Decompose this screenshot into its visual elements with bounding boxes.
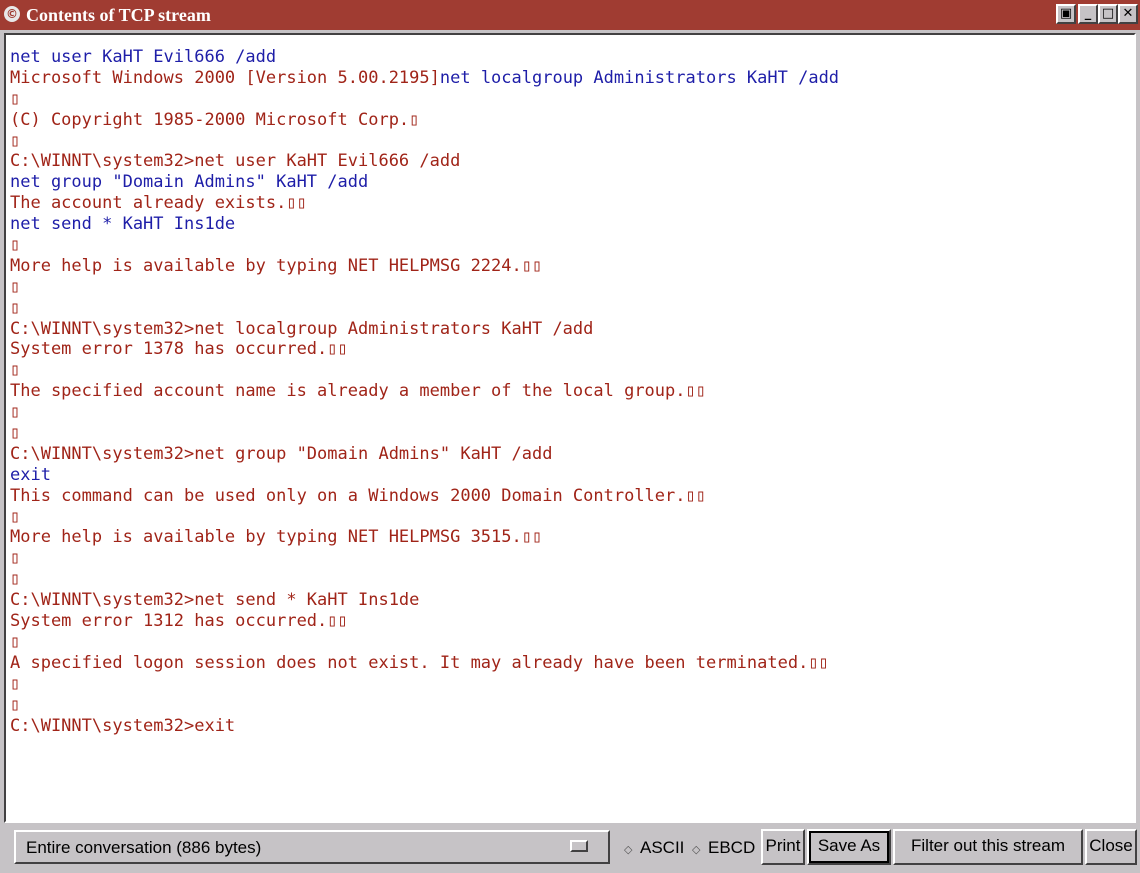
maximize-icon[interactable]: □ — [1098, 4, 1118, 24]
stream-line: More help is available by typing NET HEL… — [10, 527, 839, 548]
server-data-text: C:\WINNT\system32>exit — [10, 715, 236, 736]
conversation-select[interactable]: Entire conversation (886 bytes) — [14, 830, 610, 864]
client-data-text: net send * KaHT Ins1de — [10, 214, 236, 235]
title-bar[interactable]: © Contents of TCP stream ▣ _ □ ✕ — [0, 0, 1140, 30]
save-as-button[interactable]: Save As — [807, 829, 891, 865]
stream-line: This command can be used only on a Windo… — [10, 486, 839, 507]
server-data-text: (C) Copyright 1985-2000 Microsoft Corp.▯ — [10, 109, 420, 130]
stream-line: System error 1378 has occurred.▯▯ — [10, 339, 839, 360]
server-data-text: ▯ — [10, 506, 21, 527]
server-data-text: The specified account name is already a … — [10, 381, 706, 402]
server-data-text: ▯ — [10, 88, 21, 109]
stream-line: ▯ — [10, 89, 839, 110]
stream-line: ▯ — [10, 235, 839, 256]
client-data-text: exit — [10, 464, 51, 485]
stream-line: ▯ — [10, 548, 839, 569]
stream-text-area[interactable]: net user KaHT Evil666 /add Microsoft Wind… — [4, 33, 1136, 823]
tile-icon[interactable]: ▣ — [1056, 4, 1076, 24]
server-data-text: C:\WINNT\system32>net user KaHT Evil666 … — [10, 151, 461, 172]
ascii-label: ASCII — [640, 838, 685, 857]
stream-line: C:\WINNT\system32>net user KaHT Evil666 … — [10, 151, 839, 172]
stream-line: ▯ — [10, 632, 839, 653]
server-data-text: System error 1378 has occurred.▯▯ — [10, 339, 348, 360]
stream-line: ▯ — [10, 131, 839, 152]
server-data-text: This command can be used only on a Windo… — [10, 485, 706, 506]
close-button[interactable]: Close — [1085, 829, 1137, 865]
option-menu-indicator-icon — [570, 840, 588, 852]
server-data-text: ▯ — [10, 673, 21, 694]
server-data-text: ▯ — [10, 423, 21, 444]
window-title: Contents of TCP stream — [26, 5, 211, 25]
window-menu-icon[interactable]: © — [4, 6, 20, 22]
stream-line: More help is available by typing NET HEL… — [10, 256, 839, 277]
client-data-text: net user KaHT Evil666 /add — [10, 47, 277, 67]
stream-line: C:\WINNT\system32>net send * KaHT Ins1de — [10, 590, 839, 611]
server-data-text: C:\WINNT\system32>net send * KaHT Ins1de — [10, 590, 420, 611]
server-data-text: A specified logon session does not exist… — [10, 652, 829, 673]
stream-line: net group "Domain Admins" KaHT /add — [10, 172, 839, 193]
server-data-text: ▯ — [10, 276, 21, 297]
stream-line: (C) Copyright 1985-2000 Microsoft Corp.▯ — [10, 110, 839, 131]
stream-line: ▯ — [10, 402, 839, 423]
radio-ascii-icon: ◇ — [624, 843, 633, 856]
stream-line: The account already exists.▯▯ — [10, 193, 839, 214]
bottom-toolbar: Entire conversation (886 bytes) ◇ ASCII ◇… — [0, 825, 1140, 873]
server-data-text: ▯ — [10, 694, 21, 715]
server-data-text: More help is available by typing NET HEL… — [10, 255, 543, 276]
stream-line: ▯ — [10, 423, 839, 444]
filter-out-stream-button[interactable]: Filter out this stream — [893, 829, 1083, 865]
server-data-text: ▯ — [10, 235, 21, 256]
client-data-text: net localgroup Administrators KaHT /add — [439, 67, 840, 88]
server-data-text: The account already exists.▯▯ — [10, 193, 307, 214]
conversation-select-value: Entire conversation (886 bytes) — [26, 838, 262, 857]
tcp-stream-window: © Contents of TCP stream ▣ _ □ ✕ net use… — [0, 0, 1140, 873]
stream-line: ▯ — [10, 277, 839, 298]
print-button[interactable]: Print — [761, 829, 805, 865]
client-data-text: net group "Domain Admins" KaHT /add — [10, 172, 369, 193]
stream-line: ▯ — [10, 695, 839, 716]
close-icon[interactable]: ✕ — [1118, 4, 1138, 24]
stream-line: ▯ — [10, 674, 839, 695]
radio-ebcdic-icon: ◇ — [692, 843, 701, 856]
server-data-text: ▯ — [10, 631, 21, 652]
stream-line: C:\WINNT\system32>net localgroup Adminis… — [10, 319, 839, 340]
stream-line: C:\WINNT\system32>exit — [10, 716, 839, 737]
server-data-text: ▯ — [10, 569, 21, 590]
server-data-text: ▯ — [10, 402, 21, 423]
stream-line: ▯ — [10, 507, 839, 528]
stream-line: C:\WINNT\system32>net group "Domain Admi… — [10, 444, 839, 465]
stream-line: exit — [10, 465, 839, 486]
stream-line: System error 1312 has occurred.▯▯ — [10, 611, 839, 632]
server-data-text: ▯ — [10, 130, 21, 151]
ascii-radio[interactable]: ◇ ASCII — [624, 838, 684, 860]
server-data-text: ▯ — [10, 297, 21, 318]
stream-line: ▯ — [10, 360, 839, 381]
server-data-text: Microsoft Windows 2000 [Version 5.00.219… — [10, 67, 440, 88]
stream-line: A specified logon session does not exist… — [10, 653, 839, 674]
ebcdic-radio[interactable]: ◇ EBCD — [692, 838, 755, 860]
server-data-text: ▯ — [10, 548, 21, 569]
stream-line: ▯ — [10, 298, 839, 319]
stream-line: Microsoft Windows 2000 [Version 5.00.219… — [10, 68, 839, 89]
server-data-text: More help is available by typing NET HEL… — [10, 527, 543, 548]
server-data-text: C:\WINNT\system32>net localgroup Adminis… — [10, 318, 594, 339]
stream-line: ▯ — [10, 569, 839, 590]
server-data-text: C:\WINNT\system32>net group "Domain Admi… — [10, 443, 553, 464]
stream-line: The specified account name is already a … — [10, 381, 839, 402]
server-data-text: System error 1312 has occurred.▯▯ — [10, 611, 348, 632]
minimize-icon[interactable]: _ — [1078, 4, 1098, 24]
stream-line: net user KaHT Evil666 /add — [10, 47, 839, 68]
server-data-text: ▯ — [10, 360, 21, 381]
stream-line: net send * KaHT Ins1de — [10, 214, 839, 235]
stream-text: net user KaHT Evil666 /add Microsoft Wind… — [10, 47, 839, 736]
ebcdic-label: EBCD — [708, 838, 756, 857]
